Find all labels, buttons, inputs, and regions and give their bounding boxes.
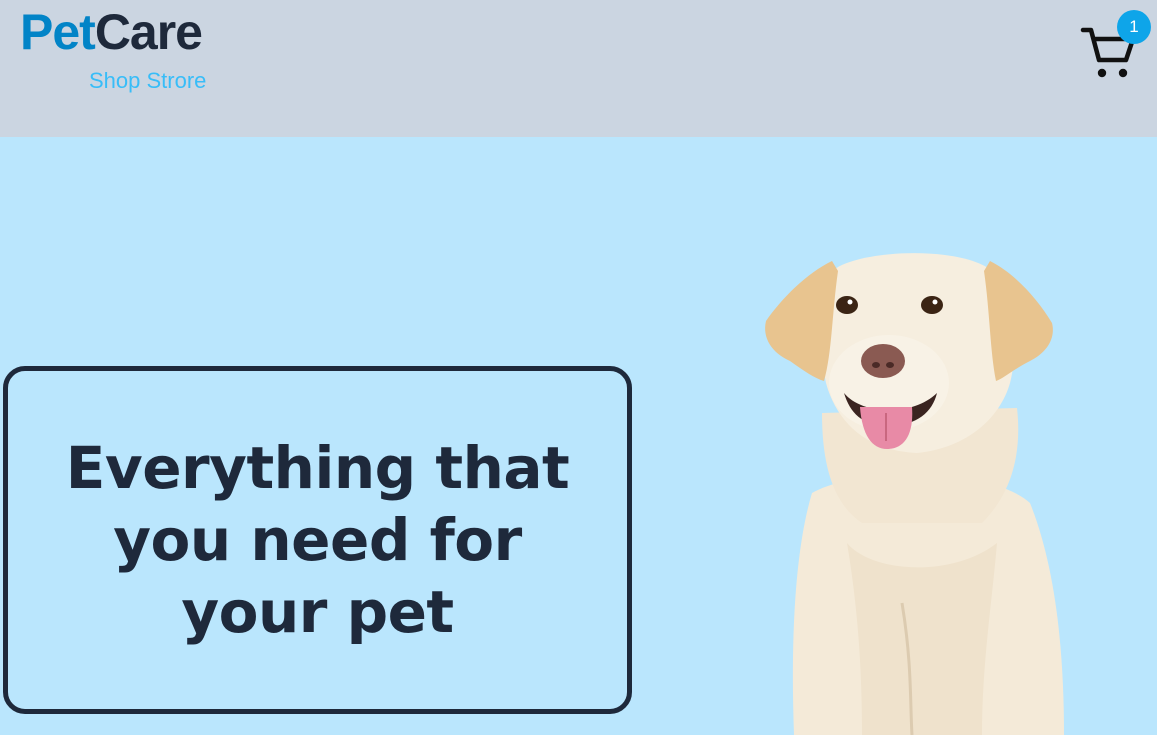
- brand-title: PetCare: [20, 4, 203, 60]
- brand-logo-link[interactable]: PetCare Shop Strore: [20, 4, 206, 93]
- site-header: PetCare Shop Strore 1: [0, 0, 1157, 137]
- cart-count-badge: 1: [1117, 10, 1151, 44]
- headline-box: Everything that you need for your pet: [3, 366, 632, 714]
- cart-button[interactable]: 1: [1080, 10, 1151, 80]
- hero-section: Everything that you need for your pet: [0, 137, 1157, 735]
- brand-title-pet: Pet: [20, 4, 96, 60]
- brand-title-care: Care: [94, 4, 203, 60]
- hero-headline: Everything that you need for your pet: [65, 434, 570, 646]
- labrador-dog-image: [765, 253, 1064, 735]
- brand-subtitle: Shop Strore: [89, 68, 207, 93]
